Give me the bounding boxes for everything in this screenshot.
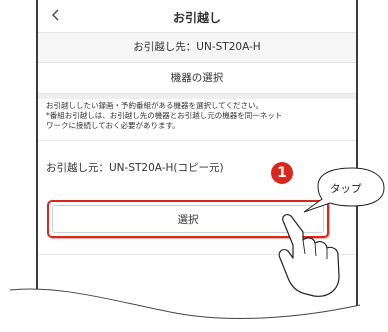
pointing-hand-icon — [278, 213, 340, 297]
